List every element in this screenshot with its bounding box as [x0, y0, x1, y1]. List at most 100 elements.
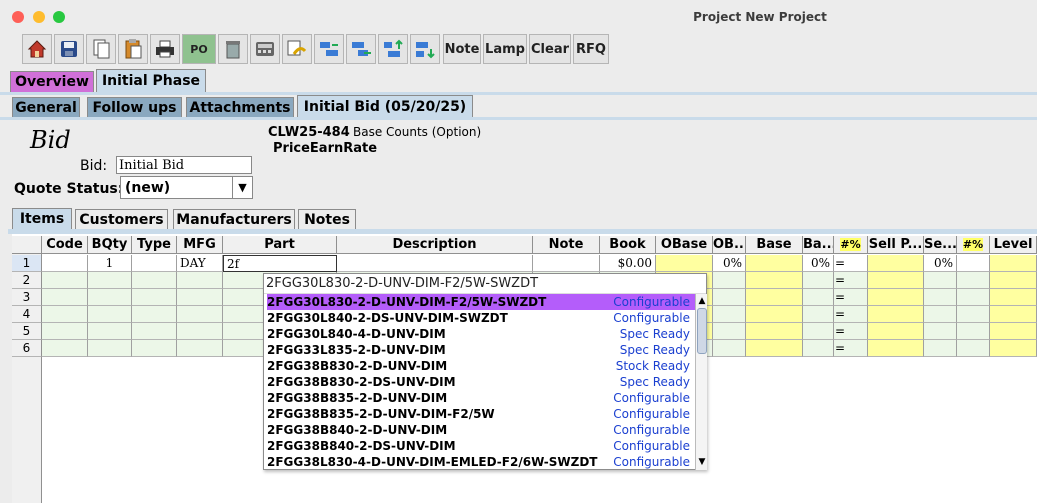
- column-header[interactable]: Description: [337, 236, 533, 254]
- table-cell[interactable]: =: [834, 306, 868, 323]
- autocomplete-option[interactable]: 2FGG38B840-2-D-UNV-DIM Configurable: [267, 422, 696, 438]
- print-button[interactable]: [150, 34, 180, 64]
- table-cell[interactable]: [88, 340, 132, 357]
- paste-button[interactable]: [118, 34, 148, 64]
- column-header[interactable]: OBase: [656, 236, 713, 254]
- autocomplete-option[interactable]: 2FGG38B835-2-D-UNV-DIM Configurable: [267, 390, 696, 406]
- table-cell[interactable]: [868, 323, 924, 340]
- table-cell[interactable]: [88, 323, 132, 340]
- table-cell[interactable]: [42, 323, 88, 340]
- undo-button[interactable]: [282, 34, 312, 64]
- table-cell[interactable]: [132, 272, 177, 289]
- table-cell[interactable]: [713, 323, 746, 340]
- move-down-button[interactable]: [410, 34, 440, 64]
- column-header[interactable]: BQty: [88, 236, 132, 254]
- note-button[interactable]: Note: [443, 34, 481, 64]
- table-cell[interactable]: [88, 289, 132, 306]
- table-cell[interactable]: [656, 255, 713, 272]
- table-cell[interactable]: [868, 306, 924, 323]
- table-cell[interactable]: [132, 340, 177, 357]
- tab-initial-bid[interactable]: Initial Bid (05/20/25): [297, 95, 473, 117]
- close-window-button[interactable]: [12, 11, 24, 23]
- table-cell[interactable]: =: [834, 340, 868, 357]
- table-cell[interactable]: [803, 272, 834, 289]
- scroll-down-icon[interactable]: ▼: [697, 456, 707, 468]
- table-cell[interactable]: [533, 255, 600, 272]
- table-cell[interactable]: [803, 289, 834, 306]
- tab-customers[interactable]: Customers: [75, 209, 168, 229]
- table-cell[interactable]: [88, 306, 132, 323]
- table-cell[interactable]: DAY: [177, 255, 223, 272]
- table-cell[interactable]: [713, 289, 746, 306]
- minimize-window-button[interactable]: [33, 11, 45, 23]
- clear-button[interactable]: Clear: [529, 34, 571, 64]
- table-cell[interactable]: [990, 255, 1037, 272]
- autocomplete-option[interactable]: 2FGG33L835-2-D-UNV-DIM Spec Ready: [267, 342, 696, 358]
- table-cell[interactable]: [132, 306, 177, 323]
- row-number[interactable]: 6: [12, 340, 42, 357]
- table-cell[interactable]: 0%: [924, 255, 957, 272]
- delete-button[interactable]: [218, 34, 248, 64]
- tab-manufacturers[interactable]: Manufacturers: [173, 209, 295, 229]
- table-cell[interactable]: [957, 340, 990, 357]
- table-cell[interactable]: [746, 289, 803, 306]
- calculator-button[interactable]: [250, 34, 280, 64]
- column-header[interactable]: Ba...: [803, 236, 834, 254]
- table-cell[interactable]: [746, 340, 803, 357]
- table-cell[interactable]: [42, 340, 88, 357]
- table-cell[interactable]: [132, 255, 177, 272]
- table-cell[interactable]: [42, 272, 88, 289]
- row-number[interactable]: 2: [12, 272, 42, 289]
- autocomplete-option[interactable]: 2FGG38B830-2-D-UNV-DIM Stock Ready: [267, 358, 696, 374]
- column-header[interactable]: Note: [533, 236, 600, 254]
- table-cell[interactable]: [88, 272, 132, 289]
- table-cell[interactable]: [868, 255, 924, 272]
- tab-items[interactable]: Items: [12, 208, 72, 229]
- table-cell[interactable]: [746, 323, 803, 340]
- row-number[interactable]: 5: [12, 323, 42, 340]
- table-cell[interactable]: [924, 272, 957, 289]
- table-cell[interactable]: [924, 340, 957, 357]
- table-cell[interactable]: [746, 272, 803, 289]
- table-cell[interactable]: =: [834, 289, 868, 306]
- table-cell[interactable]: 0%: [803, 255, 834, 272]
- table-cell[interactable]: [177, 272, 223, 289]
- autocomplete-option[interactable]: 2FGG38B830-2-DS-UNV-DIM Spec Ready: [267, 374, 696, 390]
- table-cell[interactable]: [746, 255, 803, 272]
- rfq-button[interactable]: RFQ: [573, 34, 609, 64]
- table-cell[interactable]: [132, 323, 177, 340]
- table-cell[interactable]: [803, 340, 834, 357]
- tab-notes[interactable]: Notes: [298, 209, 356, 229]
- table-cell[interactable]: [990, 272, 1037, 289]
- table-cell[interactable]: [177, 340, 223, 357]
- table-cell[interactable]: [957, 289, 990, 306]
- tab-overview[interactable]: Overview: [10, 71, 94, 92]
- autocomplete-option[interactable]: 2FGG30L840-2-DS-UNV-DIM-SWZDT Configurabl…: [267, 310, 696, 326]
- move-up-button[interactable]: [378, 34, 408, 64]
- column-header[interactable]: Book: [600, 236, 656, 254]
- table-cell[interactable]: =: [834, 272, 868, 289]
- table-cell[interactable]: [990, 289, 1037, 306]
- scroll-thumb[interactable]: [697, 308, 707, 354]
- scroll-up-icon[interactable]: ▲: [697, 295, 707, 307]
- shift-left-button[interactable]: [314, 34, 344, 64]
- table-cell[interactable]: [924, 306, 957, 323]
- shift-right-button[interactable]: [346, 34, 376, 64]
- table-cell[interactable]: [713, 306, 746, 323]
- table-cell[interactable]: [42, 306, 88, 323]
- chevron-down-icon[interactable]: ▼: [232, 177, 252, 198]
- table-cell[interactable]: [990, 340, 1037, 357]
- tab-follow-ups[interactable]: Follow ups: [87, 97, 182, 117]
- table-cell[interactable]: [132, 289, 177, 306]
- table-cell[interactable]: [803, 306, 834, 323]
- column-header[interactable]: Code: [42, 236, 88, 254]
- table-cell[interactable]: [957, 306, 990, 323]
- autocomplete-option[interactable]: 2FGG30L830-2-D-UNV-DIM-F2/5W-SWZDT Config…: [267, 294, 696, 310]
- autocomplete-option[interactable]: 2FGG38B840-2-DS-UNV-DIM Configurable: [267, 438, 696, 454]
- table-cell[interactable]: $0.00: [600, 255, 656, 272]
- row-number[interactable]: 4: [12, 306, 42, 323]
- table-cell[interactable]: [868, 289, 924, 306]
- column-header[interactable]: #%: [957, 236, 990, 254]
- table-cell[interactable]: [924, 289, 957, 306]
- column-header[interactable]: Base: [746, 236, 803, 254]
